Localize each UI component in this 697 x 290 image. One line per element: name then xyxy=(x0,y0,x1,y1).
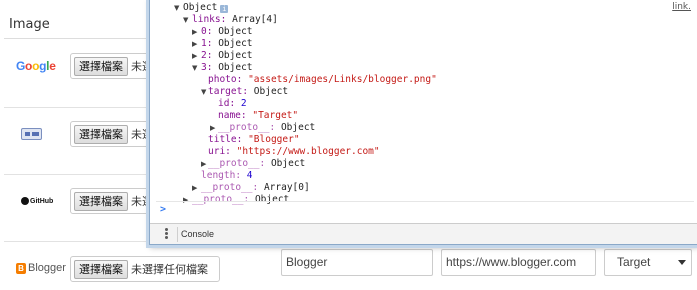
collapse-toggle-icon[interactable]: ▶ xyxy=(192,38,197,50)
value-name: "Target" xyxy=(252,110,299,121)
drawer-divider xyxy=(177,227,178,242)
key-proto: __proto__: xyxy=(218,122,276,133)
blogger-icon: B xyxy=(16,262,26,274)
console-prompt[interactable]: > xyxy=(160,204,166,215)
devtools-window: link. ▼ Object i ▼ links: Array[4] ▶ 0: O… xyxy=(149,0,697,245)
console-line-photo: photo: "assets/images/Links/blogger.png" xyxy=(208,74,437,86)
key-photo: photo: xyxy=(208,74,243,85)
collapse-toggle-icon[interactable]: ▶ xyxy=(192,50,197,62)
console-line-object: Object i xyxy=(183,2,229,14)
collapse-toggle-icon[interactable]: ▶ xyxy=(192,182,197,194)
key-id: id: xyxy=(218,98,236,109)
google-logo-letter: e xyxy=(49,59,56,73)
value-links: Array[4] xyxy=(232,14,278,25)
expand-toggle-icon[interactable]: ▼ xyxy=(183,14,188,26)
value-object: Object xyxy=(253,86,289,97)
row-divider xyxy=(4,174,149,175)
no-file-label: 未選擇任何檔案 xyxy=(131,263,208,276)
value-photo: "assets/images/Links/blogger.png" xyxy=(248,74,437,85)
key-target: target: xyxy=(208,86,249,97)
object-label: Object xyxy=(183,2,218,13)
choose-file-button[interactable]: 選擇檔案 xyxy=(74,124,128,144)
console-line-title: title: "Blogger" xyxy=(208,134,300,146)
collapse-toggle-icon[interactable]: ▶ xyxy=(201,158,206,170)
console-line-links: links: Array[4] xyxy=(192,14,278,26)
image-column-header: Image xyxy=(9,17,50,32)
console-line-uri: uri: "https://www.blogger.com" xyxy=(208,146,380,158)
value-title: "Blogger" xyxy=(248,134,300,145)
value-uri: "https://www.blogger.com" xyxy=(236,146,380,157)
row-divider xyxy=(4,107,149,108)
target-select-value: Target xyxy=(617,255,651,269)
value-id: 2 xyxy=(240,98,247,109)
info-icon: i xyxy=(220,5,229,13)
key-length: length: xyxy=(201,170,242,181)
console-line-item: 2: Object xyxy=(201,50,253,62)
source-link[interactable]: link. xyxy=(672,2,691,12)
key-name: name: xyxy=(218,110,247,121)
console-line-proto: __proto__: Object xyxy=(218,122,315,134)
console-line-item: 0: Object xyxy=(201,26,253,38)
value-array: Array[0] xyxy=(263,182,310,193)
collapse-toggle-icon[interactable]: ▶ xyxy=(183,194,188,206)
console-line-proto: __proto__: Object xyxy=(208,158,305,170)
facebook-like-icon xyxy=(21,128,42,140)
value-object: Object xyxy=(218,26,253,37)
blogger-logo: B Blogger xyxy=(16,262,66,274)
value-object: Object xyxy=(218,38,253,49)
console-line-proto: __proto__: Object xyxy=(192,194,289,206)
value-object: Object xyxy=(218,50,253,61)
console-divider xyxy=(156,201,694,202)
tab-console[interactable]: Console xyxy=(181,229,214,239)
header-divider xyxy=(4,38,149,39)
title-input[interactable]: Blogger xyxy=(281,249,433,276)
console-line-proto: __proto__: Array[0] xyxy=(201,182,310,194)
value-object: Object xyxy=(270,158,306,169)
blogger-logo-text: Blogger xyxy=(28,262,66,274)
collapse-toggle-icon[interactable]: ▶ xyxy=(192,26,197,38)
github-octocat-icon xyxy=(21,197,29,205)
github-logo: GitHub xyxy=(21,197,53,205)
target-select[interactable]: Target xyxy=(604,249,692,276)
console-line-name: name: "Target" xyxy=(218,110,298,122)
file-input-blogger[interactable]: 選擇檔案 未選擇任何檔案 xyxy=(70,256,220,282)
key-proto: __proto__: xyxy=(208,158,266,169)
expand-toggle-icon[interactable]: ▼ xyxy=(174,2,179,14)
google-logo-letter: G xyxy=(16,59,26,73)
devtools-drawer: Console xyxy=(150,223,697,244)
value-object: Object xyxy=(254,194,290,205)
value-length: 4 xyxy=(246,170,253,181)
console-line-item: 1: Object xyxy=(201,38,253,50)
uri-input[interactable]: https://www.blogger.com xyxy=(441,249,596,276)
console-output: link. ▼ Object i ▼ links: Array[4] ▶ 0: O… xyxy=(150,0,697,217)
choose-file-button[interactable]: 選擇檔案 xyxy=(74,56,128,76)
key-proto: __proto__: xyxy=(192,194,250,205)
key-title: title: xyxy=(208,134,243,145)
expand-toggle-icon[interactable]: ▼ xyxy=(201,86,206,98)
console-line-length: length: 4 xyxy=(201,170,253,182)
choose-file-button[interactable]: 選擇檔案 xyxy=(74,191,128,211)
key-index: 1: xyxy=(201,38,213,49)
key-links: links: xyxy=(192,14,227,25)
console-line-id: id: 2 xyxy=(218,98,247,110)
console-line-item: 3: Object xyxy=(201,62,253,74)
key-index: 0: xyxy=(201,26,213,37)
google-logo: Google xyxy=(16,59,56,73)
value-object: Object xyxy=(280,122,316,133)
chevron-down-icon xyxy=(678,260,686,265)
github-logo-text: GitHub xyxy=(30,197,54,205)
more-options-icon[interactable] xyxy=(165,228,168,239)
expand-toggle-icon[interactable]: ▼ xyxy=(192,62,197,74)
key-index: 3: xyxy=(201,62,213,73)
key-index: 2: xyxy=(201,50,213,61)
choose-file-button[interactable]: 選擇檔案 xyxy=(74,259,128,279)
key-proto: __proto__: xyxy=(201,182,259,193)
console-line-target: target: Object xyxy=(208,86,288,98)
value-object: Object xyxy=(218,62,253,73)
collapse-toggle-icon[interactable]: ▶ xyxy=(210,122,215,134)
key-uri: uri: xyxy=(208,146,231,157)
